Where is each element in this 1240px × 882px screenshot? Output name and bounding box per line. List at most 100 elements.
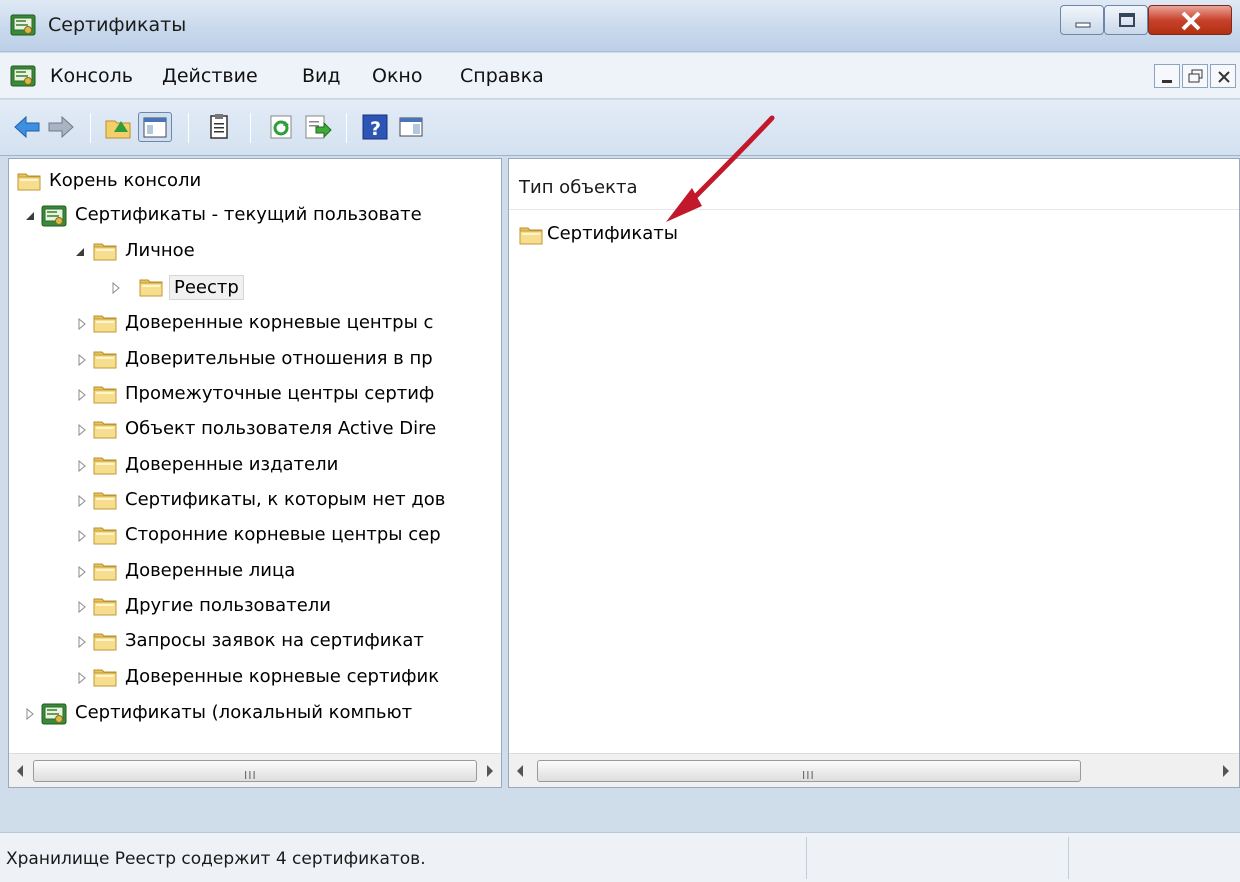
refresh-icon — [270, 115, 292, 139]
scroll-right-icon[interactable] — [1215, 754, 1237, 788]
minimize-icon — [1075, 22, 1091, 28]
scrollbar-thumb[interactable]: III — [537, 760, 1081, 782]
mdi-restore-button[interactable] — [1182, 64, 1208, 88]
menu-window[interactable]: Окно — [372, 65, 422, 87]
collapsed-triangle-icon[interactable] — [75, 459, 89, 473]
tree-node-label: Реестр — [169, 275, 244, 300]
scroll-left-icon[interactable] — [509, 754, 531, 788]
scroll-right-icon[interactable] — [479, 754, 501, 788]
certificates-snapin-icon — [41, 204, 67, 228]
folder-icon — [93, 560, 117, 582]
header-divider — [509, 209, 1239, 210]
tree-node-label: Промежуточные центры сертиф — [125, 383, 435, 404]
toolbar: ? — [0, 100, 1240, 156]
folder-icon — [17, 170, 41, 192]
back-button[interactable] — [12, 112, 42, 142]
console-menu-icon[interactable] — [10, 64, 36, 88]
refresh-button[interactable] — [266, 112, 296, 142]
collapsed-triangle-icon[interactable] — [109, 281, 123, 295]
folder-icon — [139, 276, 163, 298]
close-icon — [1181, 11, 1201, 31]
folder-icon — [93, 240, 117, 262]
close-icon — [1218, 71, 1230, 83]
folder-icon — [93, 454, 117, 476]
tree-node-label: Доверенные лица — [125, 560, 296, 581]
folder-icon — [93, 489, 117, 511]
properties-icon — [210, 114, 228, 139]
collapsed-triangle-icon[interactable] — [75, 423, 89, 437]
tree-horizontal-scrollbar[interactable]: III — [9, 753, 501, 787]
mdi-close-button[interactable] — [1210, 64, 1236, 88]
tree-node-label: Сертификаты, к которым нет дов — [125, 489, 446, 510]
minimize-button[interactable] — [1060, 5, 1104, 35]
results-horizontal-scrollbar[interactable]: III — [509, 753, 1239, 787]
menu-view[interactable]: Вид — [302, 65, 341, 87]
tree-node-label: Другие пользователи — [125, 595, 331, 616]
status-text: Хранилище Реестр содержит 4 сертификатов… — [6, 849, 426, 869]
collapsed-triangle-icon[interactable] — [75, 565, 89, 579]
folder-icon — [93, 418, 117, 440]
certificates-snapin-icon — [41, 702, 67, 726]
properties-button[interactable] — [204, 112, 234, 142]
scroll-left-icon[interactable] — [9, 754, 31, 788]
menu-console[interactable]: Консоль — [50, 65, 133, 87]
expanded-triangle-icon[interactable] — [23, 209, 37, 223]
toolbar-separator — [250, 113, 251, 143]
column-header-object-type[interactable]: Тип объекта — [519, 177, 637, 198]
forward-button[interactable] — [46, 112, 76, 142]
console-tree-pane[interactable]: Корень консоли Сертификаты - текущий пол… — [8, 158, 502, 788]
collapsed-triangle-icon[interactable] — [75, 671, 89, 685]
show-hide-action-pane-icon — [399, 117, 423, 137]
collapsed-triangle-icon[interactable] — [75, 353, 89, 367]
toolbar-separator — [346, 113, 347, 143]
show-hide-tree-icon — [143, 117, 167, 138]
folder-icon — [93, 348, 117, 370]
collapsed-triangle-icon[interactable] — [75, 529, 89, 543]
collapsed-triangle-icon[interactable] — [75, 494, 89, 508]
menu-help[interactable]: Справка — [460, 65, 544, 87]
up-level-button[interactable] — [104, 112, 134, 142]
tree-node-label: Сертификаты (локальный компьют — [75, 702, 413, 723]
scrollbar-grip: III — [802, 769, 815, 782]
folder-icon — [519, 224, 543, 246]
maximize-button[interactable] — [1104, 5, 1148, 35]
collapsed-triangle-icon[interactable] — [75, 600, 89, 614]
help-icon: ? — [362, 114, 388, 140]
title-bar: Сертификаты — [0, 0, 1240, 52]
menu-action[interactable]: Действие — [162, 65, 258, 87]
export-list-icon — [305, 115, 332, 139]
help-button[interactable]: ? — [360, 112, 390, 142]
collapsed-triangle-icon[interactable] — [75, 388, 89, 402]
up-folder-icon — [105, 120, 131, 139]
svg-text:?: ? — [370, 118, 381, 140]
list-item-label: Сертификаты — [547, 223, 678, 244]
folder-icon — [93, 312, 117, 334]
collapsed-triangle-icon[interactable] — [23, 707, 37, 721]
folder-icon — [93, 630, 117, 652]
expanded-triangle-icon[interactable] — [73, 245, 87, 259]
tree-node-label: Доверенные издатели — [125, 454, 339, 475]
restore-icon — [1188, 69, 1203, 83]
export-list-button[interactable] — [302, 112, 332, 142]
tree-node-label: Запросы заявок на сертификат — [125, 630, 424, 651]
tree-node-label: Личное — [125, 240, 195, 261]
minimize-icon — [1162, 80, 1172, 83]
show-hide-tree-button[interactable] — [138, 112, 172, 142]
maximize-icon — [1119, 13, 1135, 27]
collapsed-triangle-icon[interactable] — [75, 635, 89, 649]
status-divider — [806, 837, 807, 879]
tree-node-label: Доверенные корневые центры с — [125, 312, 434, 333]
tree-node-label: Сертификаты - текущий пользовате — [75, 204, 422, 225]
show-hide-action-pane-button[interactable] — [396, 112, 426, 142]
tree-node-label: Доверительные отношения в пр — [125, 348, 433, 369]
close-button[interactable] — [1148, 5, 1232, 35]
tree-node-label: Доверенные корневые сертифик — [125, 666, 440, 687]
folder-icon — [93, 595, 117, 617]
back-arrow-icon — [14, 115, 40, 139]
mdi-minimize-button[interactable] — [1154, 64, 1180, 88]
status-bar: Хранилище Реестр содержит 4 сертификатов… — [0, 832, 1240, 882]
toolbar-separator — [188, 113, 189, 143]
scrollbar-thumb[interactable]: III — [33, 760, 477, 782]
results-pane[interactable]: Тип объекта Сертификаты III — [508, 158, 1240, 788]
collapsed-triangle-icon[interactable] — [75, 317, 89, 331]
